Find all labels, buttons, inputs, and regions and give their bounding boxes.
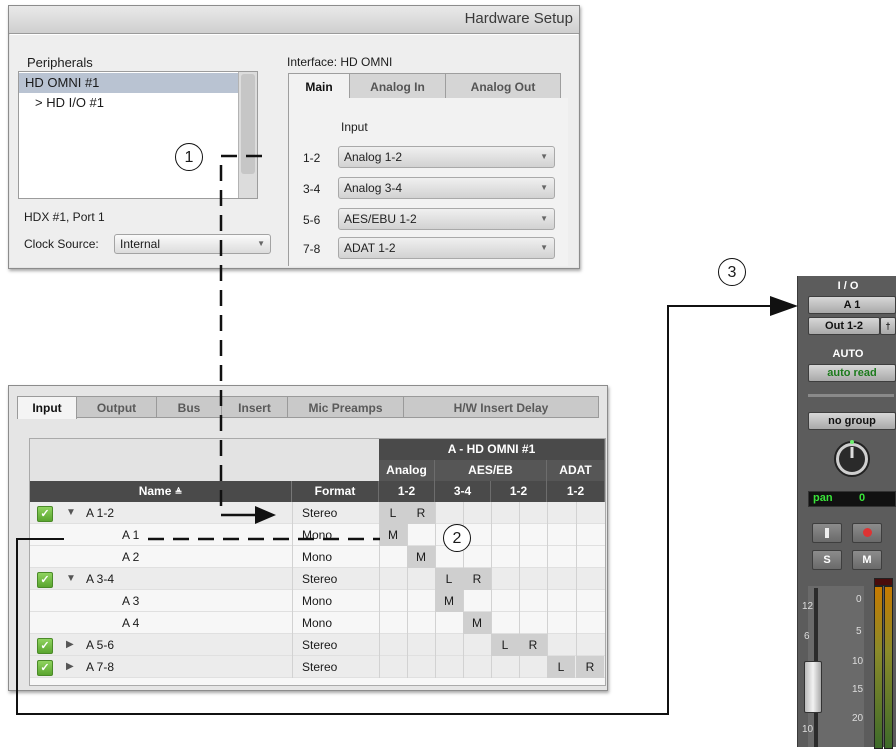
callout-badge: 2 bbox=[443, 524, 471, 552]
callout-3-path bbox=[16, 305, 780, 715]
arrowhead-icon bbox=[770, 296, 798, 316]
arrowhead-icon bbox=[255, 506, 276, 524]
callout-badge: 1 bbox=[175, 143, 203, 171]
callout-1-path bbox=[219, 154, 262, 517]
callout-badge: 3 bbox=[718, 258, 746, 286]
annotation-overlay bbox=[16, 154, 798, 715]
